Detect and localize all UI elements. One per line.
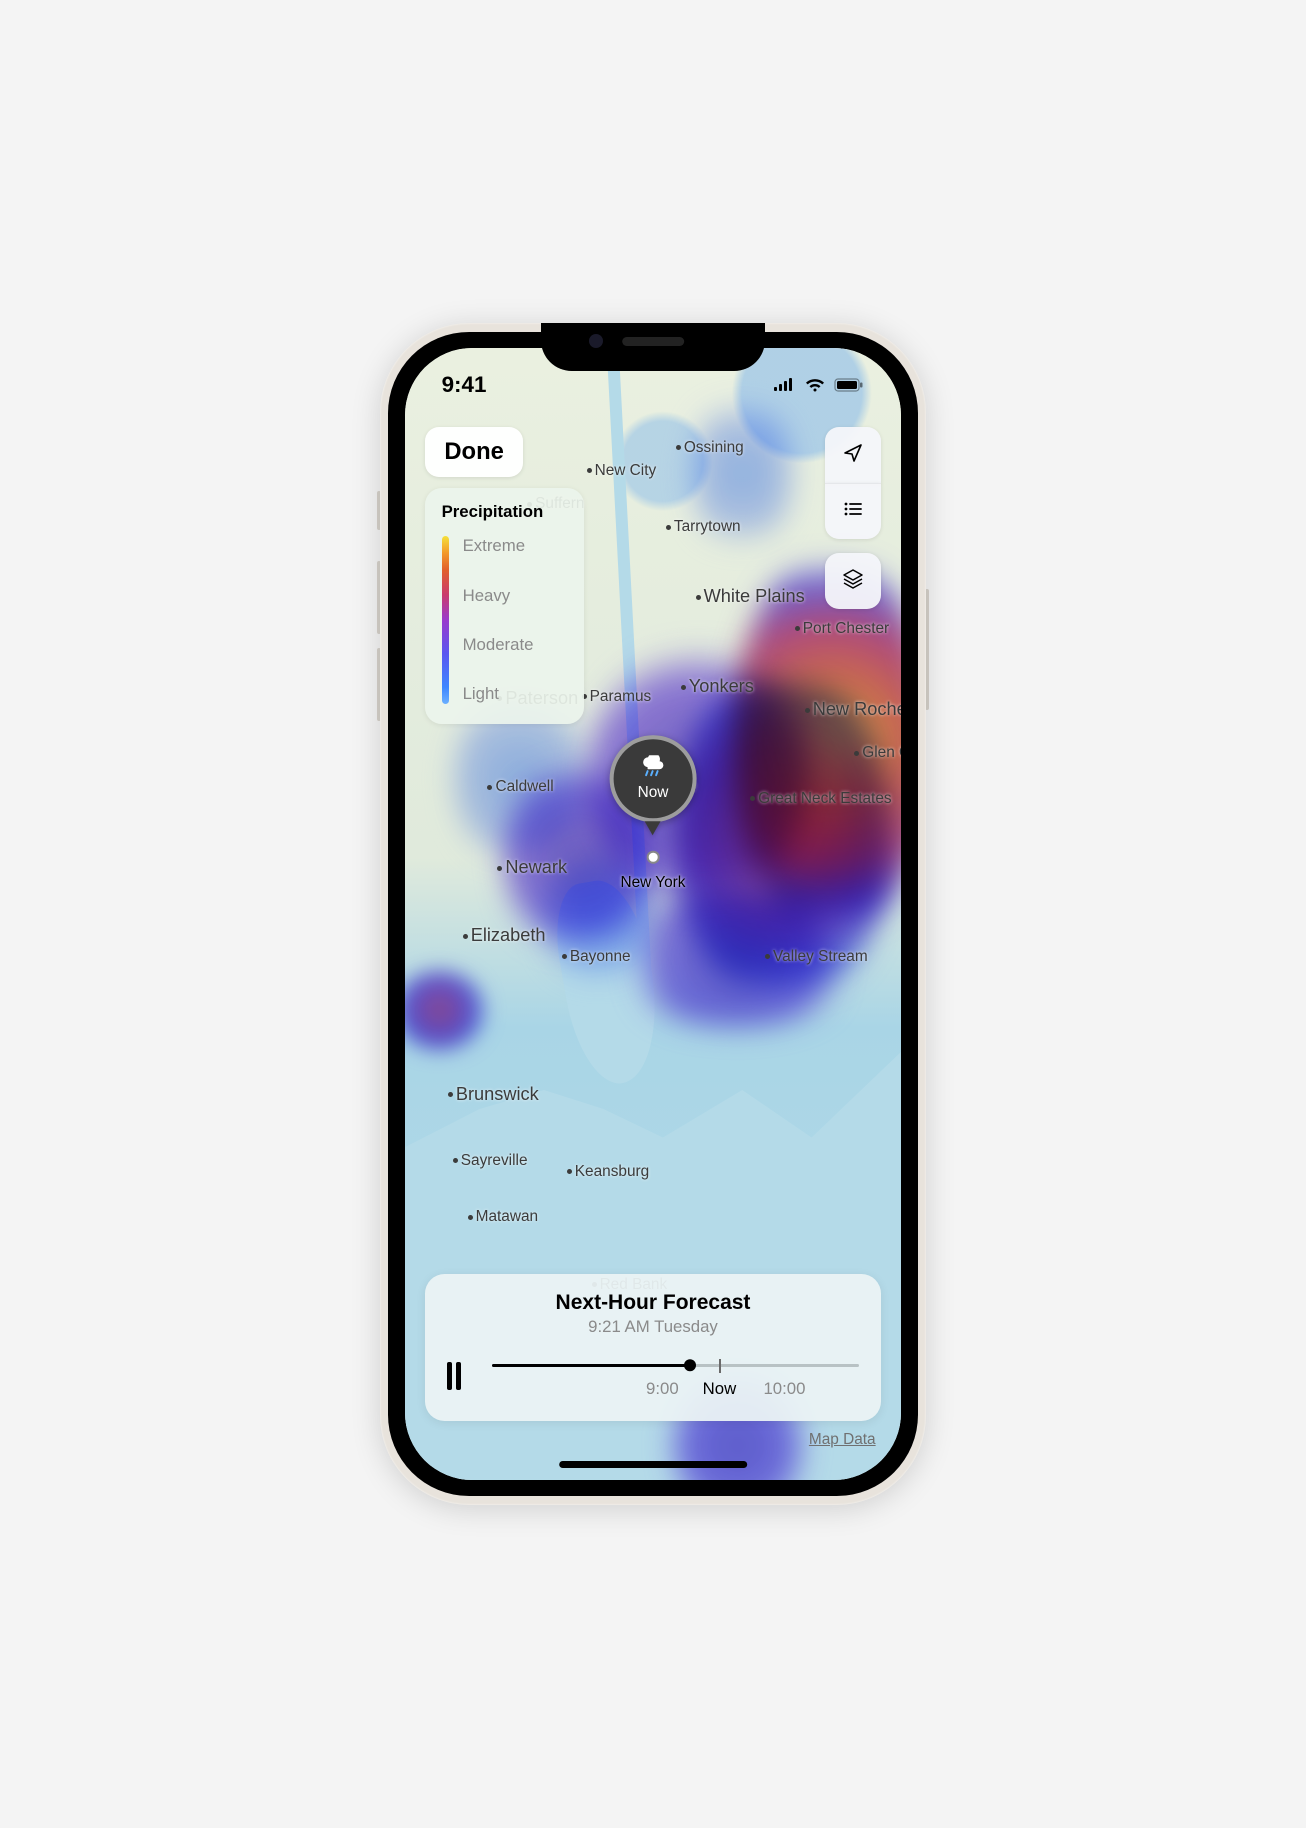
location-label: New York bbox=[620, 874, 685, 892]
city-label: Yonkers bbox=[678, 676, 754, 697]
city-label: New Rochelle bbox=[802, 699, 901, 720]
pause-button[interactable] bbox=[447, 1362, 472, 1390]
legend-level: Extreme bbox=[463, 536, 534, 556]
iphone-device: OssiningNew CitySuffernTarrytownWhite Pl… bbox=[380, 323, 926, 1505]
rain-icon bbox=[640, 755, 666, 782]
precipitation-legend: Precipitation Extreme Heavy Moderate Lig… bbox=[425, 488, 585, 724]
city-label: New City bbox=[584, 462, 657, 480]
notch bbox=[541, 323, 765, 371]
legend-level: Light bbox=[463, 684, 534, 704]
battery-icon bbox=[834, 378, 864, 392]
forecast-title: Next-Hour Forecast bbox=[447, 1291, 859, 1315]
locations-list-button[interactable] bbox=[825, 483, 881, 539]
screen: OssiningNew CitySuffernTarrytownWhite Pl… bbox=[405, 348, 901, 1479]
current-location-pin[interactable]: Now bbox=[610, 735, 697, 835]
locate-me-button[interactable] bbox=[825, 427, 881, 483]
city-label: Keansburg bbox=[564, 1163, 649, 1181]
timeline-thumb[interactable] bbox=[684, 1360, 696, 1372]
city-label: Tarrytown bbox=[663, 518, 741, 536]
next-hour-forecast-card: Next-Hour Forecast 9:21 AM Tuesday 9:00 … bbox=[425, 1274, 881, 1421]
map-layers-button[interactable] bbox=[825, 553, 881, 609]
cellular-icon bbox=[774, 378, 796, 392]
layers-icon bbox=[842, 567, 864, 594]
location-dot bbox=[647, 851, 660, 864]
city-label: Port Chester bbox=[792, 620, 889, 638]
city-label: Sayreville bbox=[450, 1152, 528, 1170]
wifi-icon bbox=[804, 378, 826, 392]
done-label: Done bbox=[444, 438, 504, 465]
city-label: Newark bbox=[494, 857, 567, 878]
list-icon bbox=[842, 498, 864, 525]
tick-label: 9:00 bbox=[646, 1379, 679, 1399]
legend-title: Precipitation bbox=[442, 502, 568, 522]
done-button[interactable]: Done bbox=[425, 427, 524, 477]
legend-level: Heavy bbox=[463, 586, 534, 606]
pin-label: Now bbox=[638, 784, 669, 802]
city-label: Bayonne bbox=[559, 948, 631, 966]
tick-label: Now bbox=[703, 1379, 737, 1399]
city-label: White Plains bbox=[693, 586, 805, 607]
city-label: Great Neck Estates bbox=[747, 790, 891, 808]
map-data-link[interactable]: Map Data bbox=[809, 1431, 876, 1449]
status-time: 9:41 bbox=[442, 372, 487, 398]
now-marker bbox=[719, 1359, 721, 1373]
map-data-label: Map Data bbox=[809, 1431, 876, 1448]
city-label: Ossining bbox=[673, 439, 744, 457]
home-indicator bbox=[559, 1461, 747, 1468]
location-arrow-icon bbox=[842, 441, 864, 468]
forecast-subtitle: 9:21 AM Tuesday bbox=[447, 1317, 859, 1337]
city-label: Matawan bbox=[465, 1208, 538, 1226]
city-label: Brunswick bbox=[445, 1084, 539, 1105]
forecast-timeline[interactable]: 9:00 Now 10:00 bbox=[492, 1356, 859, 1395]
legend-gradient bbox=[442, 536, 449, 704]
city-label: Paramus bbox=[579, 688, 652, 706]
city-label: Glen Cove bbox=[851, 744, 901, 762]
tick-label: 10:00 bbox=[763, 1379, 805, 1399]
city-label: Elizabeth bbox=[460, 925, 546, 946]
city-label: Valley Stream bbox=[762, 948, 868, 966]
legend-level: Moderate bbox=[463, 635, 534, 655]
city-label: Caldwell bbox=[484, 778, 553, 796]
